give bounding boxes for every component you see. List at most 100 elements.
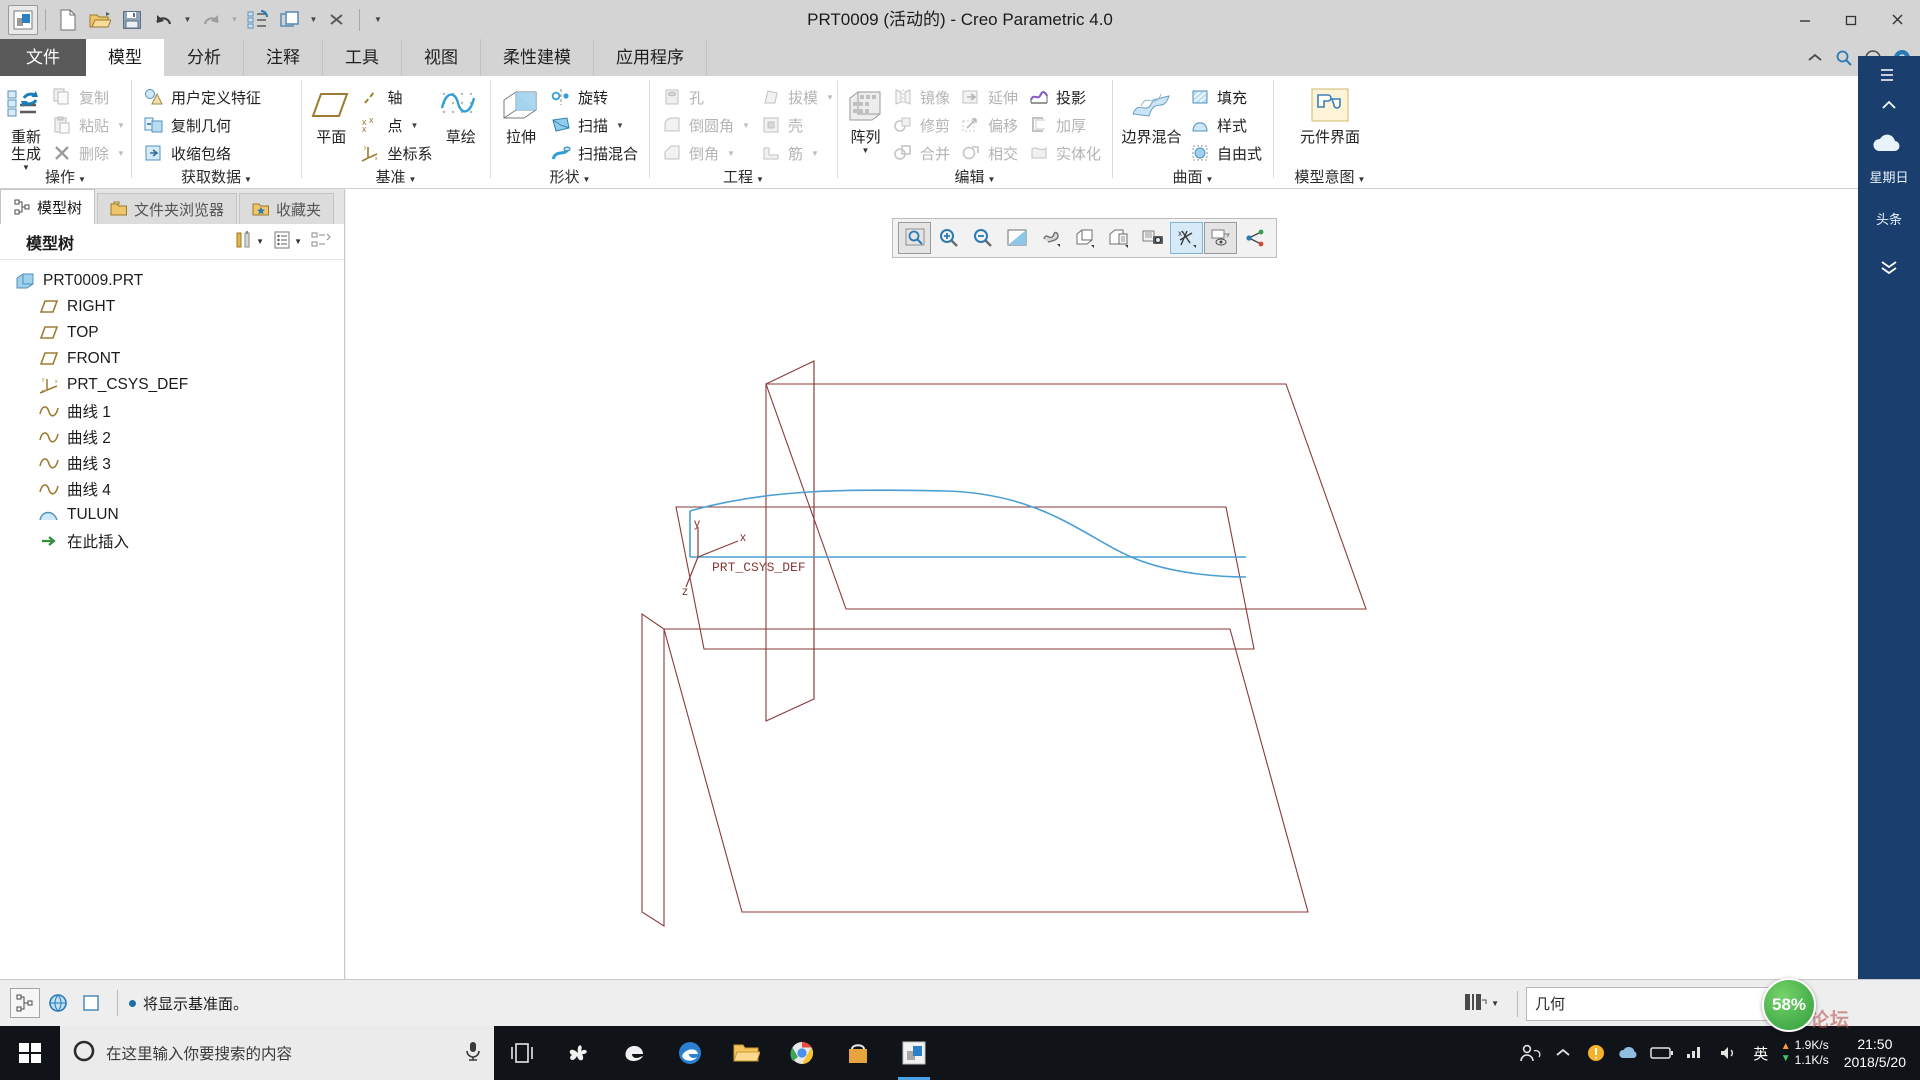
tree-item-insert-here[interactable]: 在此插入 [0,528,344,554]
right-docked-panel[interactable]: 星期日 头条 [1858,56,1920,979]
nav-tab-favorites[interactable]: 收藏夹 [239,193,335,224]
restore-button[interactable] [1828,0,1874,39]
tree-item-part[interactable]: PRT0009.PRT [0,268,344,294]
rib-button[interactable]: 筋 ▼ [755,139,839,167]
file-explorer-icon[interactable] [718,1026,774,1080]
show-hidden-icons-icon[interactable] [1550,1040,1576,1066]
close-button[interactable] [1874,0,1920,39]
tab-model[interactable]: 模型 [86,39,165,76]
creo-logo-icon[interactable] [8,4,38,35]
tab-applications[interactable]: 应用程序 [594,39,707,76]
tree-item-curve-3[interactable]: 曲线 3 [0,450,344,476]
redo-dropdown-icon[interactable]: ▼ [228,5,241,35]
round-button[interactable]: 倒圆角 ▼ [656,111,755,139]
thicken-button[interactable]: 加厚 [1023,111,1106,139]
tab-annotate[interactable]: 注释 [244,39,323,76]
paste-button[interactable]: 粘贴 ▼ [46,111,130,139]
open-icon[interactable] [85,5,115,35]
regenerate-icon[interactable] [243,5,273,35]
tree-item-csys[interactable]: yzx PRT_CSYS_DEF [0,372,344,398]
tree-item-top[interactable]: TOP [0,320,344,346]
window-icon[interactable] [275,5,305,35]
freestyle-button[interactable]: 自由式 [1184,139,1267,167]
operations-group-caret-icon[interactable]: ▼ [78,175,86,184]
style-button[interactable]: 样式 [1184,111,1267,139]
minimize-button[interactable] [1782,0,1828,39]
delete-button[interactable]: 删除 ▼ [46,139,130,167]
search-icon[interactable] [1834,48,1854,68]
security-icon[interactable] [1583,1040,1609,1066]
swept-blend-button[interactable]: 扫描混合 [545,139,643,167]
trim-button[interactable]: 修剪 [887,111,955,139]
cortana-fan-icon[interactable] [550,1026,606,1080]
shapes-group-caret-icon[interactable]: ▼ [583,175,591,184]
chamfer-caret-icon[interactable]: ▼ [727,149,735,158]
edge-icon[interactable] [606,1026,662,1080]
sweep-button[interactable]: 扫描 ▼ [545,111,643,139]
selection-filter-caret-icon[interactable]: ▼ [1491,999,1499,1008]
tab-analysis[interactable]: 分析 [165,39,244,76]
shrinkwrap-button[interactable]: 收缩包络 [138,139,266,167]
mirror-button[interactable]: 镜像 [887,83,955,111]
datum-group-caret-icon[interactable]: ▼ [409,175,417,184]
tree-item-tulun[interactable]: TULUN [0,502,344,528]
model-tree-toggle-icon[interactable] [10,988,40,1018]
collapse-ribbon-icon[interactable] [1805,48,1825,68]
customize-qat-icon[interactable]: ▼ [367,5,389,35]
delete-caret-icon[interactable]: ▼ [117,149,125,158]
selection-filter-button[interactable]: ▼ [1452,990,1509,1018]
new-icon[interactable] [53,5,83,35]
undo-dropdown-icon[interactable]: ▼ [181,5,194,35]
window-dropdown-icon[interactable]: ▼ [307,5,320,35]
panel-menu-icon[interactable] [1858,60,1920,90]
tab-file[interactable]: 文件 [0,39,86,76]
editing-group-caret-icon[interactable]: ▼ [988,175,996,184]
onedrive-icon[interactable] [1616,1040,1642,1066]
network-icon[interactable] [1682,1040,1708,1066]
browser-toggle-icon[interactable] [43,988,73,1018]
udf-button[interactable]: 用户定义特征 [138,83,266,111]
undo-icon[interactable] [149,5,179,35]
tab-tools[interactable]: 工具 [323,39,402,76]
nav-tab-model-tree[interactable]: 模型树 [0,189,96,224]
project-button[interactable]: 投影 [1023,83,1106,111]
intersect-button[interactable]: 相交 [955,139,1023,167]
tree-settings-button[interactable]: ▼ [230,229,268,255]
creo-taskbar-icon[interactable] [886,1026,942,1080]
task-view-icon[interactable] [494,1026,550,1080]
layer-toggle-icon[interactable] [76,988,106,1018]
extend-button[interactable]: 延伸 [955,83,1023,111]
people-icon[interactable] [1517,1040,1543,1066]
datum-axis-button[interactable]: 轴 [354,83,437,111]
ime-indicator[interactable]: 英 [1748,1040,1774,1066]
tab-view[interactable]: 视图 [402,39,481,76]
shell-button[interactable]: 壳 [755,111,839,139]
model-intent-group-caret-icon[interactable]: ▼ [1358,175,1366,184]
microphone-icon[interactable] [464,1040,482,1066]
datum-point-button[interactable]: xxx 点 ▼ [354,111,437,139]
chrome-icon[interactable] [774,1026,830,1080]
merge-button[interactable]: 合并 [887,139,955,167]
round-caret-icon[interactable]: ▼ [742,121,750,130]
tree-item-curve-2[interactable]: 曲线 2 [0,424,344,450]
engineering-group-caret-icon[interactable]: ▼ [756,175,764,184]
expand-more-icon[interactable] [1858,252,1920,282]
nav-tab-folder-browser[interactable]: 文件夹浏览器 [97,193,238,224]
edge-browser-icon[interactable] [662,1026,718,1080]
network-speed-widget[interactable]: ▲ ▼ 1.9K/s 1.1K/s [1781,1038,1829,1068]
tree-settings-caret-icon[interactable]: ▼ [256,237,264,246]
tree-item-curve-4[interactable]: 曲线 4 [0,476,344,502]
copy-button[interactable]: 复制 [46,83,130,111]
pattern-caret-icon[interactable]: ▼ [862,146,870,156]
get-data-group-caret-icon[interactable]: ▼ [244,175,252,184]
tree-item-front[interactable]: FRONT [0,346,344,372]
draft-caret-icon[interactable]: ▼ [826,93,834,102]
fill-button[interactable]: 填充 [1184,83,1267,111]
coordinate-system-button[interactable]: yx 坐标系 [354,139,437,167]
tree-filter-button[interactable] [306,229,336,255]
tree-display-caret-icon[interactable]: ▼ [294,237,302,246]
revolve-button[interactable]: 旋转 [545,83,643,111]
close-window-icon[interactable] [322,5,352,35]
battery-icon[interactable] [1649,1040,1675,1066]
copy-geometry-button[interactable]: 复制几何 [138,111,266,139]
